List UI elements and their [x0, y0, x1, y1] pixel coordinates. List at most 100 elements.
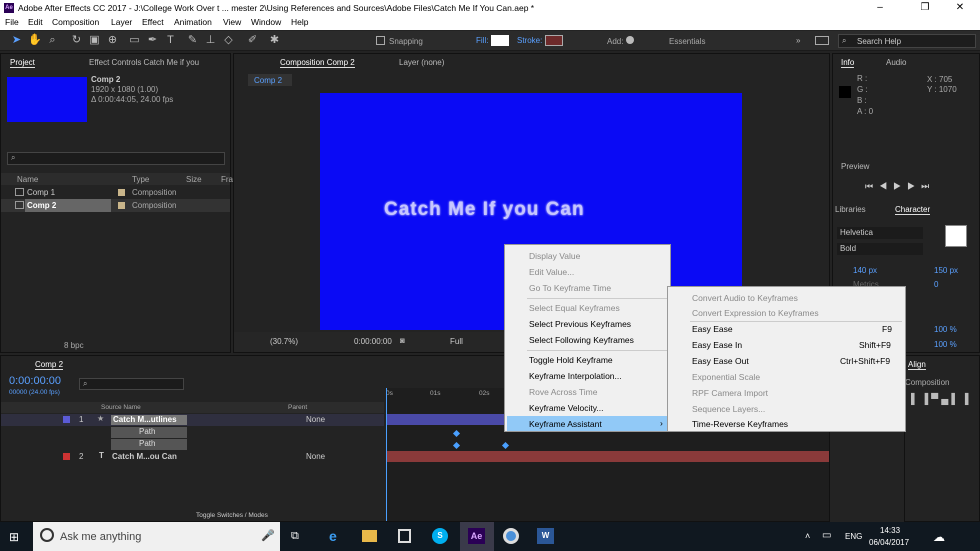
- align-icons[interactable]: ▌▐▀▄▌▐: [911, 394, 972, 405]
- layer-bar[interactable]: [386, 451, 829, 462]
- title-text-layer[interactable]: Catch Me If you Can: [384, 199, 585, 221]
- horizontal-scale[interactable]: 100 %: [934, 325, 957, 334]
- zoom-tool-icon[interactable]: ⌕: [46, 34, 59, 47]
- layer-name[interactable]: Catch M...ou Can: [112, 452, 177, 461]
- menu-exponential-scale[interactable]: Exponential Scale: [692, 372, 760, 382]
- playhead[interactable]: [386, 388, 387, 521]
- pan-behind-tool-icon[interactable]: ⊕: [106, 34, 119, 47]
- roto-brush-tool-icon[interactable]: ✐: [246, 34, 259, 47]
- tab-libraries[interactable]: Libraries: [835, 205, 866, 214]
- playback-controls[interactable]: ⏮◀▶▶⏭: [865, 181, 935, 192]
- keyframe[interactable]: [452, 429, 461, 438]
- after-effects-taskbar-button[interactable]: Ae: [460, 522, 494, 551]
- brush-tool-icon[interactable]: ✎: [186, 34, 199, 47]
- menu-select-equal-keyframes[interactable]: Select Equal Keyframes: [529, 303, 620, 313]
- menu-go-to-keyframe-time[interactable]: Go To Keyframe Time: [529, 283, 611, 293]
- tab-info[interactable]: Info: [841, 58, 855, 68]
- menu-file[interactable]: File: [5, 17, 19, 27]
- path-property[interactable]: Path: [111, 439, 187, 450]
- toggle-switches-modes[interactable]: Toggle Switches / Modes: [196, 512, 268, 519]
- snapping-checkbox[interactable]: [376, 36, 385, 45]
- tab-effect-controls[interactable]: Effect Controls Catch Me if you: [89, 58, 199, 67]
- notifications-icon[interactable]: ☁: [933, 530, 945, 544]
- menu-easy-ease[interactable]: Easy Ease: [692, 324, 733, 334]
- path-property[interactable]: Path: [111, 427, 187, 438]
- menu-keyframe-assistant[interactable]: Keyframe Assistant ›: [507, 416, 668, 431]
- tab-project[interactable]: Project: [10, 58, 35, 68]
- hand-tool-icon[interactable]: ✋: [28, 34, 42, 47]
- tab-layer[interactable]: Layer (none): [399, 58, 444, 67]
- pen-tool-icon[interactable]: ✒: [146, 34, 159, 47]
- snapshot-icon[interactable]: ◙: [400, 336, 405, 345]
- tab-align[interactable]: Align: [908, 360, 926, 370]
- type-tool-icon[interactable]: T: [164, 34, 177, 47]
- tab-audio[interactable]: Audio: [886, 58, 906, 67]
- menu-convert-expression[interactable]: Convert Expression to Keyframes: [692, 308, 819, 318]
- language-indicator[interactable]: ENG: [845, 532, 862, 541]
- clone-tool-icon[interactable]: ⊥: [204, 34, 217, 47]
- tab-composition[interactable]: Composition Comp 2: [280, 58, 355, 68]
- leading[interactable]: 150 px: [934, 266, 958, 275]
- minimize-button[interactable]: –: [860, 1, 900, 15]
- font-family-select[interactable]: Helvetica: [837, 227, 923, 239]
- clock-date[interactable]: 06/04/2017: [869, 538, 909, 547]
- tab-preview[interactable]: Preview: [841, 162, 869, 171]
- menu-effect[interactable]: Effect: [142, 17, 164, 27]
- parent-select[interactable]: None: [306, 415, 325, 424]
- fill-swatch[interactable]: [491, 35, 509, 46]
- maximize-button[interactable]: ❐: [905, 1, 945, 15]
- current-time[interactable]: 0:00:00:00: [354, 337, 392, 346]
- menu-display-value[interactable]: Display Value: [529, 251, 580, 261]
- search-help-input[interactable]: Search Help: [857, 37, 901, 46]
- timeline-current-time[interactable]: 0:00:00:00: [9, 375, 61, 387]
- network-icon[interactable]: ▭: [822, 530, 831, 541]
- menu-keyframe-interpolation[interactable]: Keyframe Interpolation...: [529, 371, 622, 381]
- layout-icon[interactable]: [815, 36, 829, 45]
- skype-icon[interactable]: S: [432, 528, 448, 544]
- selection-tool-icon[interactable]: ➤: [10, 34, 23, 47]
- col-name[interactable]: Name: [17, 175, 38, 184]
- menu-edit-value[interactable]: Edit Value...: [529, 267, 574, 277]
- col-source-name[interactable]: Source Name: [101, 404, 141, 411]
- file-explorer-icon[interactable]: [362, 530, 377, 542]
- timeline-search[interactable]: ⌕: [79, 378, 184, 390]
- tab-character[interactable]: Character: [895, 205, 931, 215]
- zoom-level[interactable]: (30.7%): [270, 337, 298, 346]
- comp-sub-tab[interactable]: Comp 2: [248, 74, 292, 86]
- rectangle-tool-icon[interactable]: ▭: [128, 34, 141, 47]
- menu-animation[interactable]: Animation: [174, 17, 212, 27]
- microphone-icon[interactable]: 🎤: [261, 529, 275, 542]
- workspace-menu-icon[interactable]: »: [796, 36, 800, 45]
- resolution-select[interactable]: Full: [450, 337, 463, 346]
- close-button[interactable]: ✕: [940, 1, 980, 15]
- menu-select-previous-keyframes[interactable]: Select Previous Keyframes: [529, 319, 631, 329]
- edge-icon[interactable]: e: [329, 528, 337, 544]
- rotate-tool-icon[interactable]: ↻: [70, 34, 83, 47]
- menu-rpf-camera-import[interactable]: RPF Camera Import: [692, 388, 768, 398]
- menu-help[interactable]: Help: [291, 17, 308, 27]
- store-icon[interactable]: [398, 529, 411, 543]
- keyframe[interactable]: [452, 441, 461, 450]
- menu-keyframe-velocity[interactable]: Keyframe Velocity...: [529, 403, 603, 413]
- col-type[interactable]: Type: [132, 175, 149, 184]
- clock-time[interactable]: 14:33: [880, 526, 900, 535]
- menu-rove-across-time[interactable]: Rove Across Time: [529, 387, 598, 397]
- menu-view[interactable]: View: [223, 17, 241, 27]
- align-to-select[interactable]: Composition: [905, 378, 949, 387]
- parent-select[interactable]: None: [306, 452, 325, 461]
- menu-easy-ease-in[interactable]: Easy Ease In: [692, 340, 742, 350]
- windows-start-icon[interactable]: ⊞: [9, 530, 23, 544]
- menu-layer[interactable]: Layer: [111, 17, 132, 27]
- menu-convert-audio[interactable]: Convert Audio to Keyframes: [692, 293, 798, 303]
- camera-tool-icon[interactable]: ▣: [88, 34, 101, 47]
- word-icon[interactable]: W: [537, 528, 554, 544]
- tab-timeline[interactable]: Comp 2: [35, 360, 64, 370]
- layer-row[interactable]: 1 ★ Catch M...utlines None: [1, 414, 384, 426]
- menu-composition[interactable]: Composition: [52, 17, 99, 27]
- task-view-icon[interactable]: ⧉: [291, 530, 299, 543]
- chrome-icon[interactable]: [503, 528, 519, 544]
- col-parent[interactable]: Parent: [288, 404, 307, 411]
- menu-easy-ease-out[interactable]: Easy Ease Out: [692, 356, 749, 366]
- cortana-search[interactable]: Ask me anything 🎤: [33, 522, 280, 551]
- col-size[interactable]: Size: [186, 175, 202, 184]
